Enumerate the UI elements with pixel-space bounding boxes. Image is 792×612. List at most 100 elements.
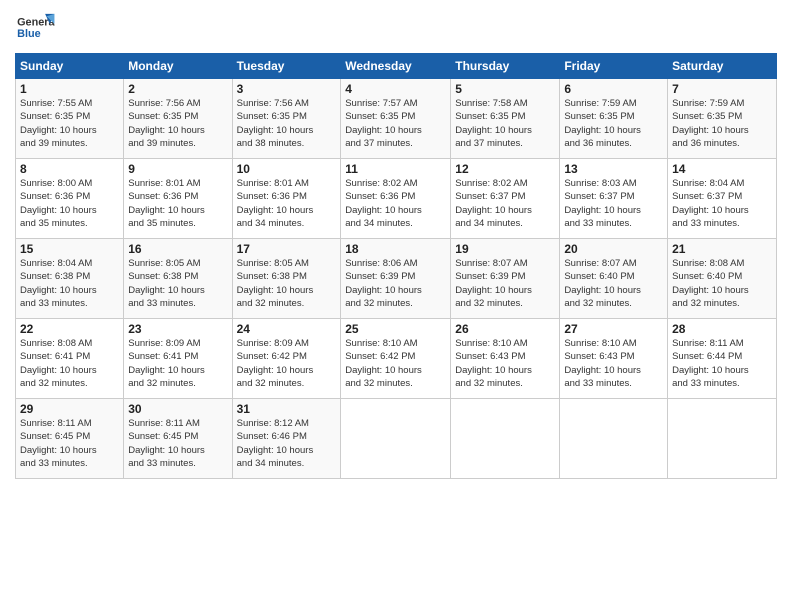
svg-text:Blue: Blue [17, 28, 41, 40]
calendar-cell: 12Sunrise: 8:02 AM Sunset: 6:37 PM Dayli… [451, 159, 560, 239]
calendar-cell: 14Sunrise: 8:04 AM Sunset: 6:37 PM Dayli… [668, 159, 777, 239]
col-monday: Monday [124, 54, 232, 79]
day-number: 6 [564, 82, 663, 96]
calendar-cell: 13Sunrise: 8:03 AM Sunset: 6:37 PM Dayli… [560, 159, 668, 239]
calendar-cell: 9Sunrise: 8:01 AM Sunset: 6:36 PM Daylig… [124, 159, 232, 239]
day-number: 4 [345, 82, 446, 96]
calendar-cell [341, 399, 451, 479]
calendar-cell: 4Sunrise: 7:57 AM Sunset: 6:35 PM Daylig… [341, 79, 451, 159]
day-number: 3 [237, 82, 337, 96]
day-number: 5 [455, 82, 555, 96]
day-info: Sunrise: 7:58 AM Sunset: 6:35 PM Dayligh… [455, 97, 555, 150]
day-info: Sunrise: 8:10 AM Sunset: 6:42 PM Dayligh… [345, 337, 446, 390]
day-number: 24 [237, 322, 337, 336]
calendar-cell: 26Sunrise: 8:10 AM Sunset: 6:43 PM Dayli… [451, 319, 560, 399]
day-info: Sunrise: 8:04 AM Sunset: 6:38 PM Dayligh… [20, 257, 119, 310]
day-number: 19 [455, 242, 555, 256]
calendar-cell: 18Sunrise: 8:06 AM Sunset: 6:39 PM Dayli… [341, 239, 451, 319]
logo-icon: General Blue [15, 10, 55, 45]
day-info: Sunrise: 8:12 AM Sunset: 6:46 PM Dayligh… [237, 417, 337, 470]
col-saturday: Saturday [668, 54, 777, 79]
day-info: Sunrise: 8:01 AM Sunset: 6:36 PM Dayligh… [237, 177, 337, 230]
col-thursday: Thursday [451, 54, 560, 79]
calendar-week-row: 22Sunrise: 8:08 AM Sunset: 6:41 PM Dayli… [16, 319, 777, 399]
day-info: Sunrise: 8:09 AM Sunset: 6:41 PM Dayligh… [128, 337, 227, 390]
calendar-cell [668, 399, 777, 479]
day-info: Sunrise: 8:10 AM Sunset: 6:43 PM Dayligh… [564, 337, 663, 390]
calendar-header-row: Sunday Monday Tuesday Wednesday Thursday… [16, 54, 777, 79]
day-info: Sunrise: 8:08 AM Sunset: 6:41 PM Dayligh… [20, 337, 119, 390]
calendar-cell: 29Sunrise: 8:11 AM Sunset: 6:45 PM Dayli… [16, 399, 124, 479]
header: General Blue [15, 10, 777, 45]
col-sunday: Sunday [16, 54, 124, 79]
calendar-table: Sunday Monday Tuesday Wednesday Thursday… [15, 53, 777, 479]
calendar-week-row: 29Sunrise: 8:11 AM Sunset: 6:45 PM Dayli… [16, 399, 777, 479]
day-number: 7 [672, 82, 772, 96]
day-number: 23 [128, 322, 227, 336]
day-info: Sunrise: 8:09 AM Sunset: 6:42 PM Dayligh… [237, 337, 337, 390]
calendar-cell: 28Sunrise: 8:11 AM Sunset: 6:44 PM Dayli… [668, 319, 777, 399]
calendar-cell: 23Sunrise: 8:09 AM Sunset: 6:41 PM Dayli… [124, 319, 232, 399]
calendar-cell: 2Sunrise: 7:56 AM Sunset: 6:35 PM Daylig… [124, 79, 232, 159]
day-number: 13 [564, 162, 663, 176]
day-number: 25 [345, 322, 446, 336]
calendar-cell: 3Sunrise: 7:56 AM Sunset: 6:35 PM Daylig… [232, 79, 341, 159]
day-number: 15 [20, 242, 119, 256]
calendar-cell: 27Sunrise: 8:10 AM Sunset: 6:43 PM Dayli… [560, 319, 668, 399]
day-info: Sunrise: 7:59 AM Sunset: 6:35 PM Dayligh… [672, 97, 772, 150]
day-info: Sunrise: 7:59 AM Sunset: 6:35 PM Dayligh… [564, 97, 663, 150]
day-info: Sunrise: 8:05 AM Sunset: 6:38 PM Dayligh… [237, 257, 337, 310]
calendar-cell: 19Sunrise: 8:07 AM Sunset: 6:39 PM Dayli… [451, 239, 560, 319]
day-number: 16 [128, 242, 227, 256]
day-number: 26 [455, 322, 555, 336]
calendar-cell: 30Sunrise: 8:11 AM Sunset: 6:45 PM Dayli… [124, 399, 232, 479]
day-number: 12 [455, 162, 555, 176]
calendar-cell: 8Sunrise: 8:00 AM Sunset: 6:36 PM Daylig… [16, 159, 124, 239]
day-info: Sunrise: 7:56 AM Sunset: 6:35 PM Dayligh… [237, 97, 337, 150]
day-info: Sunrise: 8:11 AM Sunset: 6:45 PM Dayligh… [128, 417, 227, 470]
day-number: 10 [237, 162, 337, 176]
calendar-week-row: 1Sunrise: 7:55 AM Sunset: 6:35 PM Daylig… [16, 79, 777, 159]
day-number: 27 [564, 322, 663, 336]
day-info: Sunrise: 8:02 AM Sunset: 6:37 PM Dayligh… [455, 177, 555, 230]
calendar-cell: 20Sunrise: 8:07 AM Sunset: 6:40 PM Dayli… [560, 239, 668, 319]
calendar-cell: 31Sunrise: 8:12 AM Sunset: 6:46 PM Dayli… [232, 399, 341, 479]
day-info: Sunrise: 7:55 AM Sunset: 6:35 PM Dayligh… [20, 97, 119, 150]
calendar-cell: 1Sunrise: 7:55 AM Sunset: 6:35 PM Daylig… [16, 79, 124, 159]
day-info: Sunrise: 8:04 AM Sunset: 6:37 PM Dayligh… [672, 177, 772, 230]
day-number: 8 [20, 162, 119, 176]
calendar-cell [451, 399, 560, 479]
logo: General Blue [15, 10, 59, 45]
day-number: 18 [345, 242, 446, 256]
day-info: Sunrise: 8:02 AM Sunset: 6:36 PM Dayligh… [345, 177, 446, 230]
day-info: Sunrise: 8:11 AM Sunset: 6:44 PM Dayligh… [672, 337, 772, 390]
calendar-cell: 24Sunrise: 8:09 AM Sunset: 6:42 PM Dayli… [232, 319, 341, 399]
day-number: 20 [564, 242, 663, 256]
day-number: 21 [672, 242, 772, 256]
day-info: Sunrise: 8:07 AM Sunset: 6:40 PM Dayligh… [564, 257, 663, 310]
calendar-week-row: 8Sunrise: 8:00 AM Sunset: 6:36 PM Daylig… [16, 159, 777, 239]
calendar-cell: 5Sunrise: 7:58 AM Sunset: 6:35 PM Daylig… [451, 79, 560, 159]
day-info: Sunrise: 8:06 AM Sunset: 6:39 PM Dayligh… [345, 257, 446, 310]
col-wednesday: Wednesday [341, 54, 451, 79]
calendar-cell: 15Sunrise: 8:04 AM Sunset: 6:38 PM Dayli… [16, 239, 124, 319]
day-info: Sunrise: 8:10 AM Sunset: 6:43 PM Dayligh… [455, 337, 555, 390]
day-number: 30 [128, 402, 227, 416]
day-number: 9 [128, 162, 227, 176]
calendar-cell: 17Sunrise: 8:05 AM Sunset: 6:38 PM Dayli… [232, 239, 341, 319]
calendar-cell: 16Sunrise: 8:05 AM Sunset: 6:38 PM Dayli… [124, 239, 232, 319]
day-number: 22 [20, 322, 119, 336]
calendar-cell: 25Sunrise: 8:10 AM Sunset: 6:42 PM Dayli… [341, 319, 451, 399]
day-number: 2 [128, 82, 227, 96]
day-info: Sunrise: 8:00 AM Sunset: 6:36 PM Dayligh… [20, 177, 119, 230]
col-friday: Friday [560, 54, 668, 79]
day-number: 14 [672, 162, 772, 176]
day-number: 28 [672, 322, 772, 336]
day-number: 1 [20, 82, 119, 96]
day-info: Sunrise: 7:57 AM Sunset: 6:35 PM Dayligh… [345, 97, 446, 150]
day-info: Sunrise: 8:08 AM Sunset: 6:40 PM Dayligh… [672, 257, 772, 310]
calendar-cell: 7Sunrise: 7:59 AM Sunset: 6:35 PM Daylig… [668, 79, 777, 159]
calendar-week-row: 15Sunrise: 8:04 AM Sunset: 6:38 PM Dayli… [16, 239, 777, 319]
day-number: 17 [237, 242, 337, 256]
day-number: 11 [345, 162, 446, 176]
